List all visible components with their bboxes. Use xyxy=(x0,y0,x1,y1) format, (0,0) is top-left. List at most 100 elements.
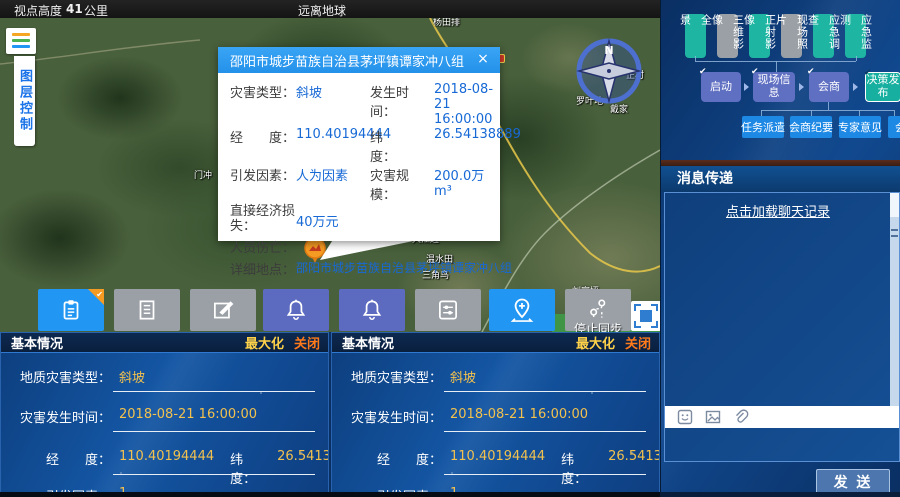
fullscreen-button[interactable] xyxy=(631,301,661,331)
emoji-icon[interactable] xyxy=(677,409,693,425)
address-label: 详细地点： xyxy=(230,259,296,278)
compass-icon[interactable]: N xyxy=(576,38,642,104)
pill-ortho-imagery[interactable]: 正射影像 xyxy=(749,14,770,58)
edit-icon xyxy=(210,297,236,323)
warning-button-2[interactable] xyxy=(339,289,405,331)
popup-title: 邵阳市城步苗族自治县茅坪镇谭家冲八组 xyxy=(230,51,474,70)
node-consultation[interactable]: ✔会商 xyxy=(809,72,849,102)
menu-icon xyxy=(12,39,30,42)
latitude-label: 纬 度： xyxy=(370,127,434,165)
occur-time-value: 2018-08-21 16:00:00 xyxy=(119,407,257,426)
trigger-factor-label: 引发因素： xyxy=(230,165,296,184)
node-site-info[interactable]: ✔现场信息 xyxy=(753,72,795,102)
basic-info-panel: 基本情况 最大化 关闭 地质灾害类型： 斜坡 灾害发生时间： 2018-08-2… xyxy=(0,332,329,497)
geo-type-label: 地质灾害类型： xyxy=(1,367,111,386)
pill-emergency-survey[interactable]: 应急调查 xyxy=(813,14,834,58)
camera-mode-label: 远离地球 xyxy=(298,2,346,19)
panel-header: 基本情况 最大化 关闭 xyxy=(332,333,659,353)
chat-toolbar xyxy=(665,406,899,428)
menu-button[interactable] xyxy=(6,28,36,54)
pill-emergency-monitor[interactable]: 应急监测 xyxy=(845,14,866,58)
image-icon[interactable] xyxy=(705,409,721,425)
close-icon[interactable]: × xyxy=(474,51,492,69)
chat-history-area[interactable]: 点击加载聊天记录 xyxy=(665,193,899,406)
sliders-icon xyxy=(435,297,461,323)
occur-time-label: 灾害发生时间： xyxy=(332,407,442,426)
pill-site-photos[interactable]: 现场照片 xyxy=(781,14,802,58)
chat-scrollbar[interactable] xyxy=(890,193,899,406)
disaster-scale-label: 灾害规模： xyxy=(370,165,434,203)
disaster-type-value: 斜坡 xyxy=(296,82,370,101)
occur-time-value: 2018-08-21 16:00:00 xyxy=(434,82,500,127)
scrollbar-thumb[interactable] xyxy=(890,193,899,217)
close-button[interactable]: 关闭 xyxy=(294,333,320,352)
latitude-value: 26.54138889 xyxy=(608,449,660,487)
svg-text:N: N xyxy=(604,44,613,57)
selected-badge: ✔ xyxy=(88,289,104,305)
longitude-value: 110.40194444 xyxy=(119,449,214,487)
clipboard-icon xyxy=(58,297,84,323)
task-expert-opinion[interactable]: 专家意见 xyxy=(839,116,881,138)
task-meeting-minutes[interactable]: 会商纪要 xyxy=(790,116,832,138)
bottom-strip xyxy=(660,492,900,497)
messages-title: 消息传递 xyxy=(661,166,900,192)
basic-info-button[interactable]: ✔ xyxy=(38,289,104,331)
geo-type-label: 地质灾害类型： xyxy=(332,367,442,386)
maximize-button[interactable]: 最大化 xyxy=(245,333,284,352)
economic-loss-value: 40万元 xyxy=(296,211,370,230)
maximize-button[interactable]: 最大化 xyxy=(576,333,615,352)
bell-icon xyxy=(283,297,309,323)
node-start[interactable]: ✔启动 xyxy=(701,72,741,102)
latitude-label: 纬 度： xyxy=(561,449,600,487)
viewpoint-bar: 视点高度 41 公里 远离地球 xyxy=(0,0,660,18)
panel-header: 基本情况 最大化 关闭 xyxy=(1,333,328,353)
address-value: 邵阳市城步苗族自治县茅坪镇谭家冲八组 xyxy=(296,259,512,276)
task-dispatch[interactable]: 任务派遣 xyxy=(742,116,784,138)
disaster-info-popup: 邵阳市城步苗族自治县茅坪镇谭家冲八组 × 灾害类型： 斜坡 发生时间： 2018… xyxy=(218,47,500,241)
workflow-message-panel: 全景 三维影像 正射影像 现场照片 应急调查 应急监测 ✔启动 ✔现场信息 ✔会… xyxy=(660,0,900,497)
panel-title: 基本情况 xyxy=(11,333,245,352)
bell-icon xyxy=(359,297,385,323)
task-consultation[interactable]: 会商 xyxy=(888,116,900,138)
map-place-label: 门冲 xyxy=(194,168,212,181)
disaster-type-label: 灾害类型： xyxy=(230,82,296,101)
occur-time-label: 发生时间： xyxy=(370,82,434,120)
pill-panorama[interactable]: 全景 xyxy=(685,14,706,58)
locate-disaster-button[interactable] xyxy=(489,289,555,331)
menu-icon xyxy=(12,45,30,48)
casualty-label: 人员伤亡： xyxy=(230,237,295,256)
viewpoint-height-unit: 公里 xyxy=(84,2,108,19)
monitor-button[interactable] xyxy=(415,289,481,331)
attachment-icon[interactable] xyxy=(733,409,749,425)
close-button[interactable]: 关闭 xyxy=(625,333,651,352)
message-input[interactable] xyxy=(665,428,899,461)
viewpoint-height-value: 41 xyxy=(66,2,83,16)
disaster-scale-value: 200.0万m³ xyxy=(434,165,500,199)
latitude-label: 纬 度： xyxy=(230,449,269,487)
pill-3d-imagery[interactable]: 三维影像 xyxy=(717,14,738,58)
bottom-strip xyxy=(0,492,660,497)
panel-title: 基本情况 xyxy=(342,333,576,352)
longitude-label: 经 度： xyxy=(230,127,296,146)
longitude-label: 经 度： xyxy=(332,449,442,487)
disaster-detail-button[interactable] xyxy=(114,289,180,331)
longitude-label: 经 度： xyxy=(1,449,111,487)
warning-button[interactable] xyxy=(263,289,329,331)
geo-type-value: 斜坡 xyxy=(119,367,145,386)
viewpoint-height-label: 视点高度 xyxy=(14,2,62,19)
occur-time-value: 2018-08-21 16:00:00 xyxy=(450,407,588,426)
report-button[interactable] xyxy=(190,289,256,331)
load-chat-link[interactable]: 点击加载聊天记录 xyxy=(665,201,891,220)
chat-box: 点击加载聊天记录 xyxy=(664,192,900,462)
scrollbar-grip-icon xyxy=(891,229,898,237)
longitude-value: 110.40194444 xyxy=(296,127,370,142)
occur-time-label: 灾害发生时间： xyxy=(1,407,111,426)
node-decision-release[interactable]: ✔决策发布 xyxy=(865,72,900,102)
layer-control-tab[interactable]: 图层控制 xyxy=(14,56,35,146)
menu-icon xyxy=(12,33,30,36)
document-icon xyxy=(134,297,160,323)
latitude-value: 26.54138889 xyxy=(277,449,329,487)
latitude-value: 26.54138889 xyxy=(434,127,521,142)
popup-title-bar: 邵阳市城步苗族自治县茅坪镇谭家冲八组 × xyxy=(218,47,500,73)
trigger-factor-value: 人为因素 xyxy=(296,165,370,184)
